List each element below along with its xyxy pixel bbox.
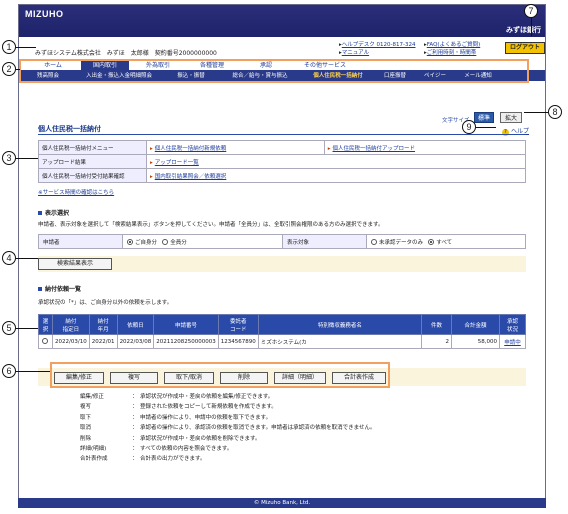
- legend-row: 削除：承認状況が作成中・差戻の依頼を削除できます。: [80, 435, 261, 442]
- footer: © Mizuho Bank, Ltd.: [18, 498, 546, 508]
- callout-1: 1: [2, 40, 16, 54]
- font-standard-button[interactable]: 標準: [474, 112, 494, 123]
- target-all-radio[interactable]: [428, 238, 435, 245]
- action-legend: 編集/修正：承認状況が作成中・差戻の依頼を編集/修正できます。 複写：登録された…: [80, 392, 375, 465]
- action-highlight-box: [50, 362, 390, 388]
- display-select-title: 表示選択: [38, 208, 69, 217]
- applicant-label: 申請者: [38, 234, 123, 249]
- callout-6: 6: [2, 364, 16, 378]
- callout-3: 3: [2, 151, 16, 165]
- legend-row: 複写：登録された依頼をコピーして新規依頼を作成できます。: [80, 404, 277, 411]
- callout-9: 9: [462, 120, 476, 134]
- result-header: 選択 納付 指定日 納付 年月 依頼日 申請番号 委託者 コード 特別徴収義務者名 件…: [38, 314, 526, 335]
- legend-row: 合計表作成：合計表の出力ができます。: [80, 456, 206, 463]
- display-select-desc: 申請者、表示対象を選択して「検索結果表示」ボタンを押してください。申請者「全員分…: [38, 222, 384, 228]
- menu-label: アップロード結果: [38, 154, 147, 169]
- result-table: 選択 納付 指定日 納付 年月 依頼日 申請番号 委託者 コード 特別徴収義務者名 件…: [38, 314, 526, 349]
- menu-row: 個人住民税一括納付受付結果確認 ▸ 国内取引結果照会／依頼選択: [38, 168, 526, 183]
- callout-line: [16, 258, 38, 259]
- font-large-button[interactable]: 拡大: [500, 112, 522, 123]
- target-label: 表示対象: [282, 234, 367, 249]
- legend-row: 詳細(明細)：すべての依頼の内容を照会できます。: [80, 446, 233, 453]
- col-code: 委託者 コード: [217, 314, 259, 335]
- result-inquiry-link[interactable]: 国内取引結果照会／依頼選択: [155, 174, 227, 180]
- row-select-radio[interactable]: [41, 338, 48, 344]
- menu-label: 個人住民税一括納付メニュー: [38, 140, 147, 155]
- count: 2: [421, 334, 452, 349]
- callout-line: [531, 18, 532, 36]
- app-no: 20211208250000003: [153, 334, 219, 349]
- callout-7: 7: [524, 4, 538, 18]
- col-count: 件数: [421, 314, 452, 335]
- callout-5: 5: [2, 321, 16, 335]
- obligor-name: ミズホシステム(カ: [257, 334, 423, 349]
- legend-row: 取下：申請者の操作により、申請中の依頼を取下できます。: [80, 414, 272, 421]
- applicant-all-radio[interactable]: [162, 238, 169, 245]
- title-underline: [38, 134, 526, 135]
- service-hours-link[interactable]: ※サービス時間の確認はこちら: [38, 188, 114, 196]
- pay-date: 2022/03/10: [52, 334, 90, 349]
- result-title: 納付依頼一覧: [38, 284, 81, 293]
- col-app-no: 申請番号: [153, 314, 219, 335]
- table-row: 2022/03/10 2022/01 2022/03/08 2021120825…: [38, 334, 526, 349]
- legend-row: 取消：承認者の操作により、承認済の依頼を取消できます。申請者は承認済の依頼を取消…: [80, 425, 376, 432]
- col-name: 特別徴収義務者名: [257, 314, 423, 335]
- callout-2: 2: [2, 62, 16, 76]
- menu-label: 個人住民税一括納付受付結果確認: [38, 168, 147, 183]
- content-area: 文字サイズ 標準 拡大 個人住民税一括納付 ? ヘルプ 個人住民税一括納付メニュー…: [18, 4, 546, 508]
- callout-line: [476, 127, 496, 128]
- menu-row: アップロード結果 ▸ アップロード一覧: [38, 154, 526, 169]
- col-select: 選択: [38, 314, 53, 335]
- legend-row: 編集/修正：承認状況が作成中・差戻の依頼を編集/修正できます。: [80, 394, 274, 400]
- callout-8: 8: [548, 105, 562, 119]
- menu-table: 個人住民税一括納付メニュー ▸ 個人住民税一括納付新規依頼 ▸ 個人住民税一括納付ア…: [38, 140, 527, 183]
- col-pay-ym: 納付 年月: [88, 314, 118, 335]
- callout-line: [16, 158, 38, 159]
- menu-row: 個人住民税一括納付メニュー ▸ 個人住民税一括納付新規依頼 ▸ 個人住民税一括納付ア…: [38, 140, 527, 155]
- result-desc: 承認状況の「*」は、ご自身分以外の依頼を示します。: [38, 300, 173, 306]
- amount: 58,000: [451, 334, 500, 349]
- upload-link[interactable]: 個人住民税一括納付アップロード: [333, 146, 416, 152]
- col-req-date: 依頼日: [116, 314, 155, 335]
- filter-table: 申請者 ご自身分 全員分 表示対象 未承認データのみ すべて: [38, 234, 526, 249]
- col-amount: 合計金額: [451, 314, 500, 335]
- col-pay-date: 納付 指定日: [52, 314, 90, 335]
- callout-4: 4: [2, 251, 16, 265]
- req-date: 2022/03/08: [116, 334, 155, 349]
- callout-line: [524, 112, 548, 113]
- callout-line: [16, 69, 20, 70]
- callout-line: [16, 47, 36, 48]
- applicant-self-radio[interactable]: [127, 238, 133, 245]
- callout-line: [16, 371, 50, 372]
- target-unapproved-radio[interactable]: [371, 238, 377, 245]
- search-results-button[interactable]: 検索結果表示: [38, 258, 112, 270]
- status-link[interactable]: 申請中: [504, 340, 521, 346]
- page-title: 個人住民税一括納付: [38, 125, 101, 133]
- pay-ym: 2022/01: [88, 334, 118, 349]
- new-request-link[interactable]: 個人住民税一括納付新規依頼: [155, 146, 227, 152]
- upload-list-link[interactable]: アップロード一覧: [155, 160, 199, 166]
- consignor-code: 1234567890: [217, 334, 259, 349]
- callout-line: [16, 328, 38, 329]
- col-status: 承認 状況: [499, 314, 526, 335]
